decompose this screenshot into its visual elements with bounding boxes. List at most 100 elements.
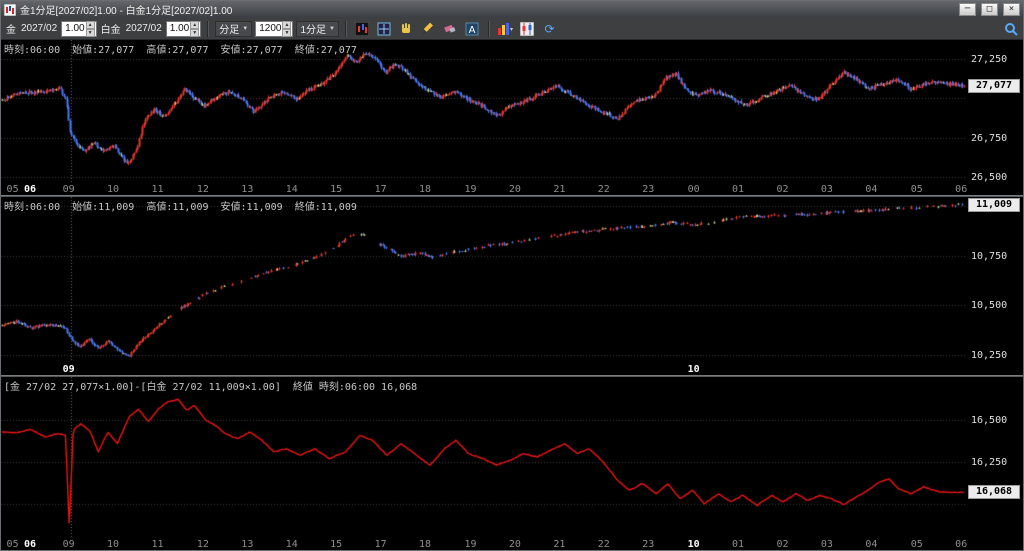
bar-count-input[interactable]: 1200 ▲ ▼ <box>255 20 294 37</box>
bar-count-spinner[interactable]: ▲ ▼ <box>282 20 292 37</box>
platinum-info-line: 時刻:06:00 始値:11,009 高値:11,009 安値:11,009 終… <box>4 202 357 213</box>
gold-panel: 時刻:06:00 始値:27,077 高値:27,077 安値:27,077 終… <box>1 40 1023 195</box>
search-button[interactable] <box>1001 20 1020 38</box>
gold-multiplier-input[interactable]: 1.00 ▲ ▼ <box>61 20 97 37</box>
platinum-symbol-label: 白金 <box>100 25 121 36</box>
platinum-multiplier-value: 1.00 <box>169 23 190 34</box>
platinum-panel: 時刻:06:00 始値:11,009 高値:11,009 安値:11,009 終… <box>1 197 1023 375</box>
toolbar: 金 2027/02 1.00 ▲ ▼ 白金 2027/02 1.00 ▲ ▼ 分足 … <box>1 18 1023 40</box>
toolbar-separator <box>207 20 210 37</box>
chart-type-button[interactable] <box>353 20 372 38</box>
y-axis-label: 10,250 <box>971 350 1008 362</box>
spread-y-axis: 16,068 16,500 16,250 <box>967 377 1023 550</box>
y-axis-label: 10,750 <box>971 250 1008 262</box>
period-unit-value: 分足 <box>219 25 240 36</box>
platinum-price-badge: 11,009 <box>968 198 1020 212</box>
gold-chart-plot[interactable]: 時刻:06:00 始値:27,077 高値:27,077 安値:27,077 終… <box>1 40 967 195</box>
y-axis-label: 16,250 <box>971 457 1008 468</box>
platinum-multiplier-spinner[interactable]: ▲ ▼ <box>190 20 200 37</box>
x-axis-tick-label: 23 <box>642 539 655 550</box>
hand-icon <box>402 22 411 33</box>
x-axis-tick-label: 21 <box>553 539 566 550</box>
x-axis-tick-label: 01 <box>732 184 745 195</box>
toolbar-separator <box>344 20 347 37</box>
x-axis-tick-label: 20 <box>508 184 521 195</box>
y-axis-label: 26,500 <box>971 172 1008 184</box>
platinum-chart-canvas[interactable] <box>1 197 967 375</box>
period-unit-select[interactable]: 分足 ▼ <box>215 20 253 37</box>
x-axis-tick-label: 02 <box>776 184 789 195</box>
indicators-button[interactable] <box>496 20 515 38</box>
x-axis-tick-label: 09 <box>62 364 75 375</box>
app-icon <box>4 3 16 16</box>
x-axis-tick-label: 13 <box>241 184 254 195</box>
spread-panel: [金 27/02 27,077×1.00]-[白金 27/02 11,009×1… <box>1 377 1023 550</box>
x-axis-tick-label: 04 <box>865 539 878 550</box>
period-select[interactable]: 1分足 ▼ <box>296 20 339 37</box>
gold-multiplier-value: 1.00 <box>65 23 85 34</box>
text-button[interactable]: A <box>463 20 482 38</box>
maximize-button[interactable]: □ <box>981 3 998 16</box>
x-axis-tick-label: 10 <box>687 539 700 550</box>
cursor-button[interactable] <box>375 20 394 38</box>
x-axis-tick-label: 17 <box>374 539 387 550</box>
x-axis-tick-label: 23 <box>642 184 655 195</box>
x-axis-tick-label: 02 <box>776 539 789 550</box>
platinum-y-axis: 11,009 10,750 10,500 10,250 <box>967 197 1023 375</box>
gold-contract-label: 2027/02 <box>21 23 58 34</box>
x-axis-tick-label: 18 <box>419 539 432 550</box>
x-axis-tick-label: 13 <box>241 539 254 550</box>
x-axis-tick-label: 05 <box>6 539 19 550</box>
x-axis-tick-label: 11 <box>151 539 164 550</box>
gold-x-axis: 05 06 09 10 11 12 13 14 15 17 18 19 20 21 22 23 00 01 02 03… <box>1 183 967 195</box>
chevron-down-icon: ▼ <box>329 25 335 32</box>
x-axis-tick-label: 00 <box>687 184 700 195</box>
period-value: 1分足 <box>300 25 327 36</box>
refresh-icon: ⟳ <box>544 21 555 36</box>
platinum-contract-label: 2027/02 <box>125 23 162 34</box>
gold-chart-canvas[interactable] <box>1 40 967 195</box>
pencil-button[interactable] <box>419 20 438 38</box>
spread-chart-canvas[interactable] <box>1 377 967 550</box>
cursor-icon <box>377 22 391 35</box>
x-axis-tick-label: 11 <box>151 184 164 195</box>
eraser-button[interactable] <box>441 20 460 38</box>
x-axis-tick-label: 18 <box>419 184 432 195</box>
x-axis-tick-label: 10 <box>107 539 120 550</box>
window-title: 金1分足[2027/02]1.00 - 白金1分足[2027/02]1.00 <box>20 6 233 17</box>
x-axis-tick-label: 10 <box>687 364 700 375</box>
chevron-down-icon: ▼ <box>242 25 249 32</box>
x-axis-tick-label: 15 <box>330 184 343 195</box>
bar-count-value: 1200 <box>259 23 282 34</box>
x-axis-tick-label: 22 <box>597 184 610 195</box>
spread-x-axis: 05 06 09 10 11 12 13 14 15 17 18 19 20 21 22 23 10 01 02 03… <box>1 538 967 550</box>
x-axis-tick-label: 22 <box>597 539 610 550</box>
hand-button[interactable] <box>397 20 416 38</box>
x-axis-tick-label: 14 <box>285 184 298 195</box>
text-icon: A <box>465 22 479 36</box>
platinum-x-axis: 09 10 <box>1 363 967 375</box>
close-button[interactable]: × <box>1003 3 1020 16</box>
gold-symbol-label: 金 <box>6 25 16 36</box>
svg-text:A: A <box>469 25 476 36</box>
gold-info-line: 時刻:06:00 始値:27,077 高値:27,077 安値:27,077 終… <box>4 45 357 56</box>
chart-area: 時刻:06:00 始値:27,077 高値:27,077 安値:27,077 終… <box>1 40 1023 550</box>
x-axis-tick-label: 04 <box>865 184 878 195</box>
gold-multiplier-spinner[interactable]: ▲ ▼ <box>85 20 95 37</box>
candle-style-button[interactable] <box>518 20 537 38</box>
spread-chart-plot[interactable]: [金 27/02 27,077×1.00]-[白金 27/02 11,009×1… <box>1 377 967 550</box>
gold-y-axis: 27,077 27,250 26,750 26,500 <box>967 40 1023 195</box>
candle-style-icon <box>520 21 535 36</box>
spread-price-badge: 16,068 <box>968 485 1020 500</box>
pencil-icon <box>423 22 434 34</box>
platinum-chart-plot[interactable]: 時刻:06:00 始値:11,009 高値:11,009 安値:11,009 終… <box>1 197 967 375</box>
title-bar[interactable]: 金1分足[2027/02]1.00 - 白金1分足[2027/02]1.00 ─… <box>1 1 1023 18</box>
refresh-button[interactable]: ⟳ <box>540 20 559 38</box>
x-axis-tick-label: 06 <box>955 539 967 550</box>
platinum-multiplier-input[interactable]: 1.00 ▲ ▼ <box>165 20 202 37</box>
x-axis-tick-label: 05 <box>910 184 923 195</box>
x-axis-tick-label: 19 <box>464 539 477 550</box>
x-axis-tick-label: 14 <box>285 539 298 550</box>
minimize-button[interactable]: ─ <box>959 3 976 16</box>
x-axis-tick-label: 17 <box>374 184 387 195</box>
